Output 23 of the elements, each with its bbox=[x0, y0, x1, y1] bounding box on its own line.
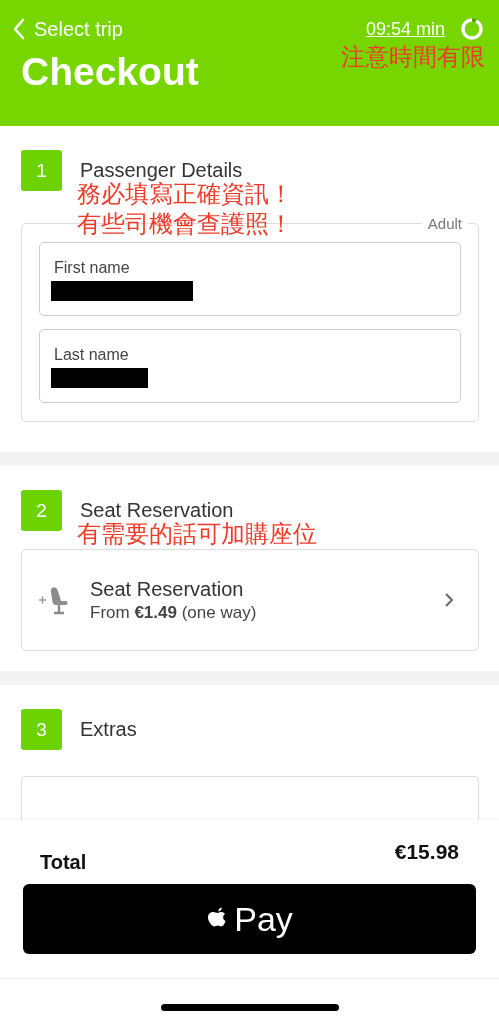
name-field[interactable]: First name bbox=[39, 242, 461, 316]
annotation-text: 注意時間有限 bbox=[341, 42, 485, 72]
passenger-type-label: Adult bbox=[421, 215, 468, 232]
page-title: Checkout bbox=[21, 50, 199, 94]
annotation-text: 務必填寫正確資訊！ bbox=[77, 180, 293, 209]
total-price: €15.98 bbox=[394, 840, 459, 865]
option-title: Seat Reservation bbox=[90, 577, 245, 601]
annotation-text: 有些司機會查護照！ bbox=[77, 209, 293, 239]
total-label: Total bbox=[40, 851, 87, 875]
apple-pay-button[interactable]: Pay bbox=[23, 884, 476, 954]
annotation-text: 有需要的話可加購座位 bbox=[77, 519, 317, 549]
chevron-right-icon bbox=[444, 592, 454, 608]
step-number: 2 bbox=[21, 490, 62, 531]
name-field[interactable]: Last name bbox=[39, 329, 461, 403]
section-title: Passenger Details bbox=[80, 159, 243, 181]
section-title: Seat Reservation bbox=[80, 499, 234, 522]
step-number: 1 bbox=[21, 150, 62, 191]
seat-reservation-option[interactable]: Seat Reservation From €1.49 (one way) bbox=[21, 549, 479, 651]
countdown-timer: 09:54 min bbox=[365, 18, 445, 40]
step-number: 3 bbox=[21, 709, 62, 750]
section-title: Extras bbox=[80, 718, 137, 741]
option-price: From €1.49 (one way) bbox=[90, 602, 258, 623]
back-icon bbox=[12, 18, 26, 40]
